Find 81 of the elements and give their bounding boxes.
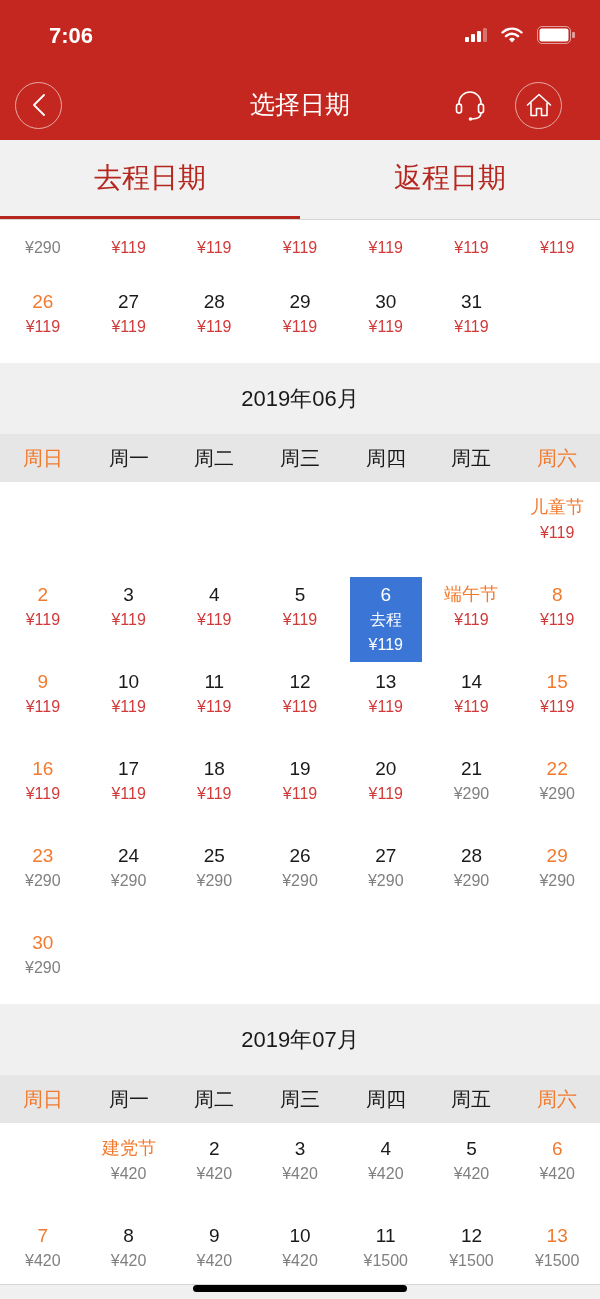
month-title: 2019年07月 xyxy=(241,1026,359,1054)
date-cell[interactable]: 端午节 ¥119 xyxy=(435,577,508,637)
date-cell[interactable]: 15 ¥119 xyxy=(521,664,594,724)
date-cell[interactable]: 28 ¥290 xyxy=(435,838,508,898)
date-cell[interactable]: 12 ¥1500 xyxy=(435,1218,508,1278)
date-cell[interactable]: 9 ¥119 xyxy=(6,664,79,724)
date-cell[interactable]: ¥119 xyxy=(521,220,594,260)
date-cell[interactable]: 3 ¥119 xyxy=(92,577,165,637)
weekday-label: 周三 xyxy=(280,1087,320,1112)
weekday-label: 周二 xyxy=(194,1087,235,1112)
weekday-label: 周四 xyxy=(365,446,406,471)
date-cell[interactable]: 13 ¥119 xyxy=(349,664,422,724)
date-cell[interactable]: 2 ¥119 xyxy=(6,577,79,637)
home-icon xyxy=(525,93,552,117)
date-cell[interactable]: ¥119 xyxy=(349,220,422,260)
date-cell[interactable]: ¥119 xyxy=(264,220,336,260)
date-cell[interactable]: 7 ¥420 xyxy=(6,1218,79,1278)
date-cell[interactable]: 9 ¥420 xyxy=(178,1218,251,1278)
date-cell[interactable]: 4 ¥119 xyxy=(178,577,251,637)
date-cell[interactable]: 10 ¥119 xyxy=(92,664,165,724)
date-cell[interactable]: 20 ¥119 xyxy=(349,751,422,811)
date-cell[interactable]: 2 ¥420 xyxy=(178,1131,251,1191)
signal-icon xyxy=(465,28,487,42)
month-title: 2019年06月 xyxy=(241,385,359,413)
chevron-left-icon xyxy=(32,94,45,116)
date-cell[interactable]: 8 ¥420 xyxy=(92,1218,165,1278)
date-cell[interactable]: 30 ¥290 xyxy=(6,925,79,985)
date-cell[interactable]: 24 ¥290 xyxy=(92,838,165,898)
date-cell[interactable]: 5 ¥420 xyxy=(435,1131,508,1191)
weekday-label: 周二 xyxy=(194,446,235,471)
date-cell[interactable]: 10 ¥420 xyxy=(264,1218,336,1278)
date-cell[interactable]: 29 ¥119 xyxy=(264,284,336,344)
weekday-label: 周六 xyxy=(537,446,578,471)
date-cell[interactable]: 28 ¥119 xyxy=(178,284,251,344)
date-cell[interactable]: 16 ¥119 xyxy=(6,751,79,811)
date-cell[interactable]: 18 ¥119 xyxy=(178,751,251,811)
weekday-label: 周四 xyxy=(365,1087,406,1112)
weekday-label: 周日 xyxy=(22,1087,63,1112)
date-cell[interactable]: ¥119 xyxy=(92,220,165,260)
date-cell[interactable]: 26 ¥290 xyxy=(264,838,336,898)
date-cell[interactable]: 29 ¥290 xyxy=(521,838,594,898)
date-cell[interactable]: 22 ¥290 xyxy=(521,751,594,811)
date-cell[interactable]: ¥119 xyxy=(178,220,251,260)
date-cell[interactable]: 8 ¥119 xyxy=(521,577,594,637)
weekday-label: 周日 xyxy=(22,446,63,471)
date-cell[interactable]: ¥119 xyxy=(435,220,508,260)
date-cell[interactable]: 27 ¥119 xyxy=(92,284,165,344)
date-cell[interactable]: 3 ¥420 xyxy=(264,1131,336,1191)
date-cell[interactable]: 17 ¥119 xyxy=(92,751,165,811)
weekday-label: 周五 xyxy=(451,446,492,471)
status-time: 7:06 xyxy=(49,21,94,50)
date-cell[interactable]: 23 ¥290 xyxy=(6,838,79,898)
headset-icon[interactable] xyxy=(453,88,487,122)
date-cell[interactable]: 建党节 ¥420 xyxy=(92,1131,165,1191)
date-cell[interactable]: 6 去程 ¥119 xyxy=(349,577,422,662)
date-cell[interactable]: 儿童节 ¥119 xyxy=(521,490,594,550)
weekday-label: 周一 xyxy=(108,1087,149,1112)
date-cell[interactable]: ¥290 xyxy=(6,220,79,260)
weekday-label: 周三 xyxy=(280,446,320,471)
date-cell[interactable]: 4 ¥420 xyxy=(349,1131,422,1191)
date-cell[interactable]: 6 ¥420 xyxy=(521,1131,594,1191)
wifi-icon xyxy=(501,27,523,43)
page-title: 选择日期 xyxy=(250,89,350,121)
date-cell[interactable]: 26 ¥119 xyxy=(6,284,79,344)
date-cell[interactable]: 31 ¥119 xyxy=(435,284,508,344)
weekday-label: 周五 xyxy=(451,1087,492,1112)
date-cell[interactable]: 11 ¥1500 xyxy=(349,1218,422,1278)
date-cell[interactable]: 30 ¥119 xyxy=(349,284,422,344)
date-tab[interactable]: 返程日期 xyxy=(300,140,600,219)
date-cell[interactable]: 11 ¥119 xyxy=(178,664,251,724)
battery-icon xyxy=(537,26,575,44)
weekday-label: 周六 xyxy=(537,1087,578,1112)
date-cell[interactable]: 19 ¥119 xyxy=(264,751,336,811)
date-cell[interactable]: 13 ¥1500 xyxy=(521,1218,594,1278)
date-cell[interactable]: 14 ¥119 xyxy=(435,664,508,724)
date-cell[interactable]: 5 ¥119 xyxy=(264,577,336,637)
date-cell[interactable]: 21 ¥290 xyxy=(435,751,508,811)
date-cell[interactable]: 27 ¥290 xyxy=(349,838,422,898)
weekday-label: 周一 xyxy=(108,446,149,471)
date-cell[interactable]: 12 ¥119 xyxy=(264,664,336,724)
date-cell[interactable]: 25 ¥290 xyxy=(178,838,251,898)
